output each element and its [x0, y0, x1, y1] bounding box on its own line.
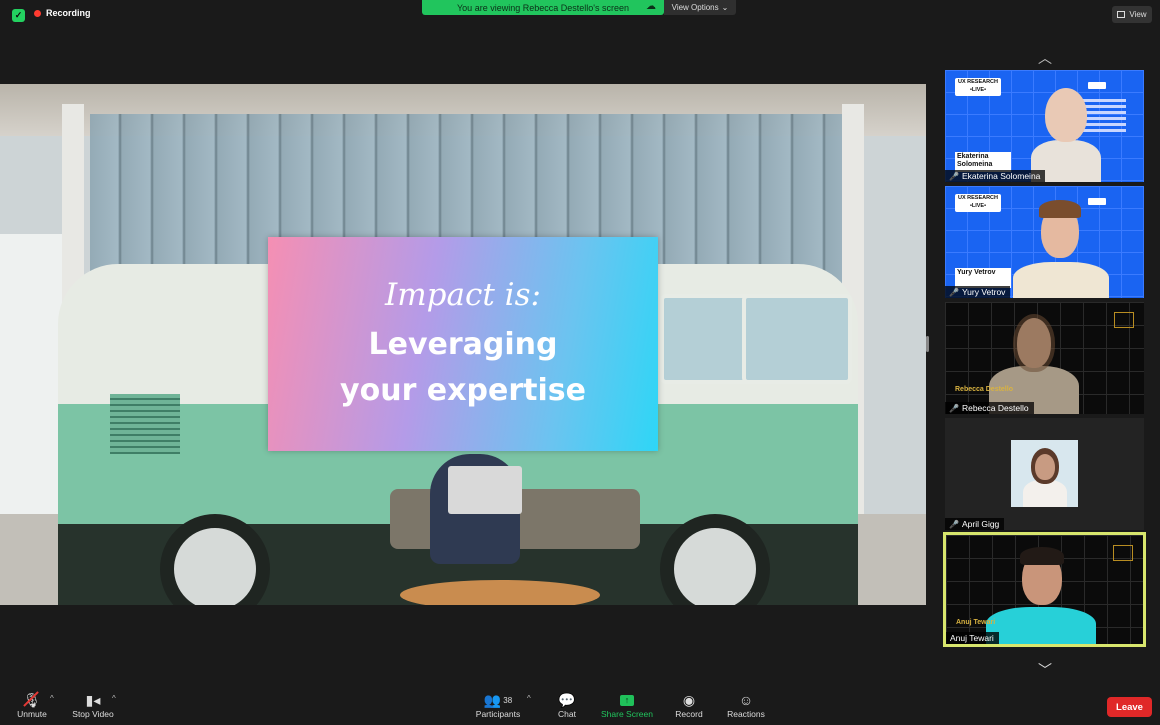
mic-muted-icon: 🎤 [949, 171, 959, 181]
view-options-button[interactable]: View Options ⌄ [664, 0, 736, 15]
participant-name-tag: 🎤 Ekaterina Solomeina [945, 170, 1046, 182]
mic-muted-icon: 🎤 [949, 403, 959, 413]
participant-name-tag: 🎤 April Gigg [945, 518, 1005, 530]
mic-muted-icon: 🎤 [949, 519, 959, 529]
participant-tile-yury[interactable]: UX RESEARCH •LIVE• Yury Vetrov 🎤 Yury Ve… [945, 186, 1144, 298]
overlay-name: Rebecca Destello [955, 386, 1013, 393]
mic-muted-icon: 🎤 [949, 287, 959, 297]
participant-name-tag: 🎤 Yury Vetrov [945, 286, 1011, 298]
viewing-banner: You are viewing Rebecca Destello's scree… [422, 0, 664, 15]
video-options-chevron-icon[interactable]: ^ [112, 694, 116, 703]
participant-tile-anuj[interactable]: Anuj Tewari Anuj Tewari [943, 532, 1146, 647]
participant-name-tag: Anuj Tewari [946, 632, 999, 644]
badge-label: UX RESEARCH •LIVE• [955, 194, 1001, 212]
share-screen-icon: ↑ [620, 694, 634, 706]
stop-video-label: Stop Video [72, 709, 114, 719]
leave-button[interactable]: Leave [1107, 697, 1152, 717]
event-logo [1088, 198, 1106, 205]
recording-indicator[interactable]: Recording [34, 8, 91, 18]
video-person-hair [1013, 314, 1055, 372]
slide-line-2: your expertise [340, 373, 586, 408]
participants-icon: 👥 [483, 691, 502, 708]
event-logo [1114, 312, 1134, 328]
slide-line-1: Leveraging [368, 327, 558, 362]
record-icon: ◉ [682, 691, 696, 708]
coffee-table [400, 580, 600, 605]
record-label: Record [675, 709, 703, 719]
overlay-name: Yury Vetrov [955, 268, 1011, 288]
badge-label: UX RESEARCH •LIVE• [955, 78, 1001, 96]
security-shield-icon[interactable]: ✓ [12, 9, 25, 22]
record-button[interactable]: ◉ Record [670, 691, 708, 720]
meeting-toolbar: 🎙 Unmute ^ ▮◂ Stop Video ^ 👥 38 Particip… [0, 688, 1160, 725]
view-label: View [1129, 10, 1147, 19]
panel-resize-handle[interactable] [926, 336, 929, 352]
cloud-icon: ☁ [646, 1, 656, 12]
overlay-name: Anuj Tewari [956, 619, 996, 626]
participant-name: Ekaterina Solomeina [961, 171, 1041, 181]
gallery-scroll-down-icon[interactable]: ﹀ [1032, 660, 1058, 678]
participant-name: April Gigg [961, 519, 1000, 529]
chat-icon: 💬 [558, 691, 576, 708]
camera-icon: ▮◂ [85, 691, 101, 708]
chat-button[interactable]: 💬 Chat [551, 691, 583, 720]
photo-person-face [1035, 454, 1055, 480]
participants-label: Participants [475, 709, 521, 719]
participant-name-tag: 🎤 Rebecca Destello [945, 402, 1034, 414]
view-options-label: View Options [671, 3, 719, 12]
participant-name: Yury Vetrov [961, 287, 1006, 297]
chat-label: Chat [558, 709, 576, 719]
participants-options-chevron-icon[interactable]: ^ [527, 694, 531, 703]
profile-picture [1011, 440, 1078, 507]
overlay-name: Ekaterina Solomeina [955, 152, 1011, 172]
recording-label: Recording [46, 8, 91, 18]
view-button[interactable]: View [1112, 6, 1152, 23]
video-person-hair [1039, 200, 1081, 218]
reactions-label: Reactions [727, 709, 765, 719]
participant-name: Anuj Tewari [950, 633, 994, 643]
video-person [986, 607, 1096, 644]
share-screen-label: Share Screen [601, 709, 653, 719]
participant-tile-april[interactable]: 🎤 April Gigg [945, 418, 1144, 530]
photo-person [1023, 480, 1067, 507]
van-window [742, 294, 852, 384]
chevron-down-icon: ⌄ [721, 3, 729, 12]
participant-tile-ekaterina[interactable]: UX RESEARCH •LIVE• Ekaterina Solomeina 🎤… [945, 70, 1144, 182]
video-person-head [1045, 88, 1087, 142]
unmute-label: Unmute [17, 709, 47, 719]
unmute-button[interactable]: 🎙 Unmute [10, 690, 54, 719]
video-person [1013, 262, 1109, 298]
van-vent [110, 394, 180, 454]
mic-muted-icon: 🎙 [23, 690, 41, 708]
video-person-hair [1020, 547, 1064, 565]
participants-button[interactable]: 👥 38 Participants [472, 691, 524, 720]
participant-tile-rebecca[interactable]: Rebecca Destello 🎤 Rebecca Destello [945, 302, 1144, 414]
share-screen-button[interactable]: ↑ Share Screen [598, 691, 656, 719]
view-grid-icon [1117, 11, 1126, 18]
reactions-button[interactable]: ☺ Reactions [722, 691, 770, 719]
audio-options-chevron-icon[interactable]: ^ [50, 694, 54, 703]
event-logo [1088, 82, 1106, 89]
laptop [448, 466, 522, 514]
recording-dot-icon [34, 9, 41, 17]
viewing-banner-text: You are viewing Rebecca Destello's scree… [457, 2, 629, 13]
slide-title: Impact is: [385, 277, 541, 313]
event-logo [1113, 545, 1133, 561]
gallery-scroll-up-icon[interactable]: ︿ [1032, 48, 1058, 66]
stop-video-button[interactable]: ▮◂ Stop Video [68, 691, 118, 720]
reactions-icon: ☺ [738, 692, 754, 708]
presentation-slide: Impact is: Leveraging your expertise [268, 237, 658, 451]
participant-name: Rebecca Destello [961, 403, 1029, 413]
participants-count: 38 [503, 695, 513, 705]
